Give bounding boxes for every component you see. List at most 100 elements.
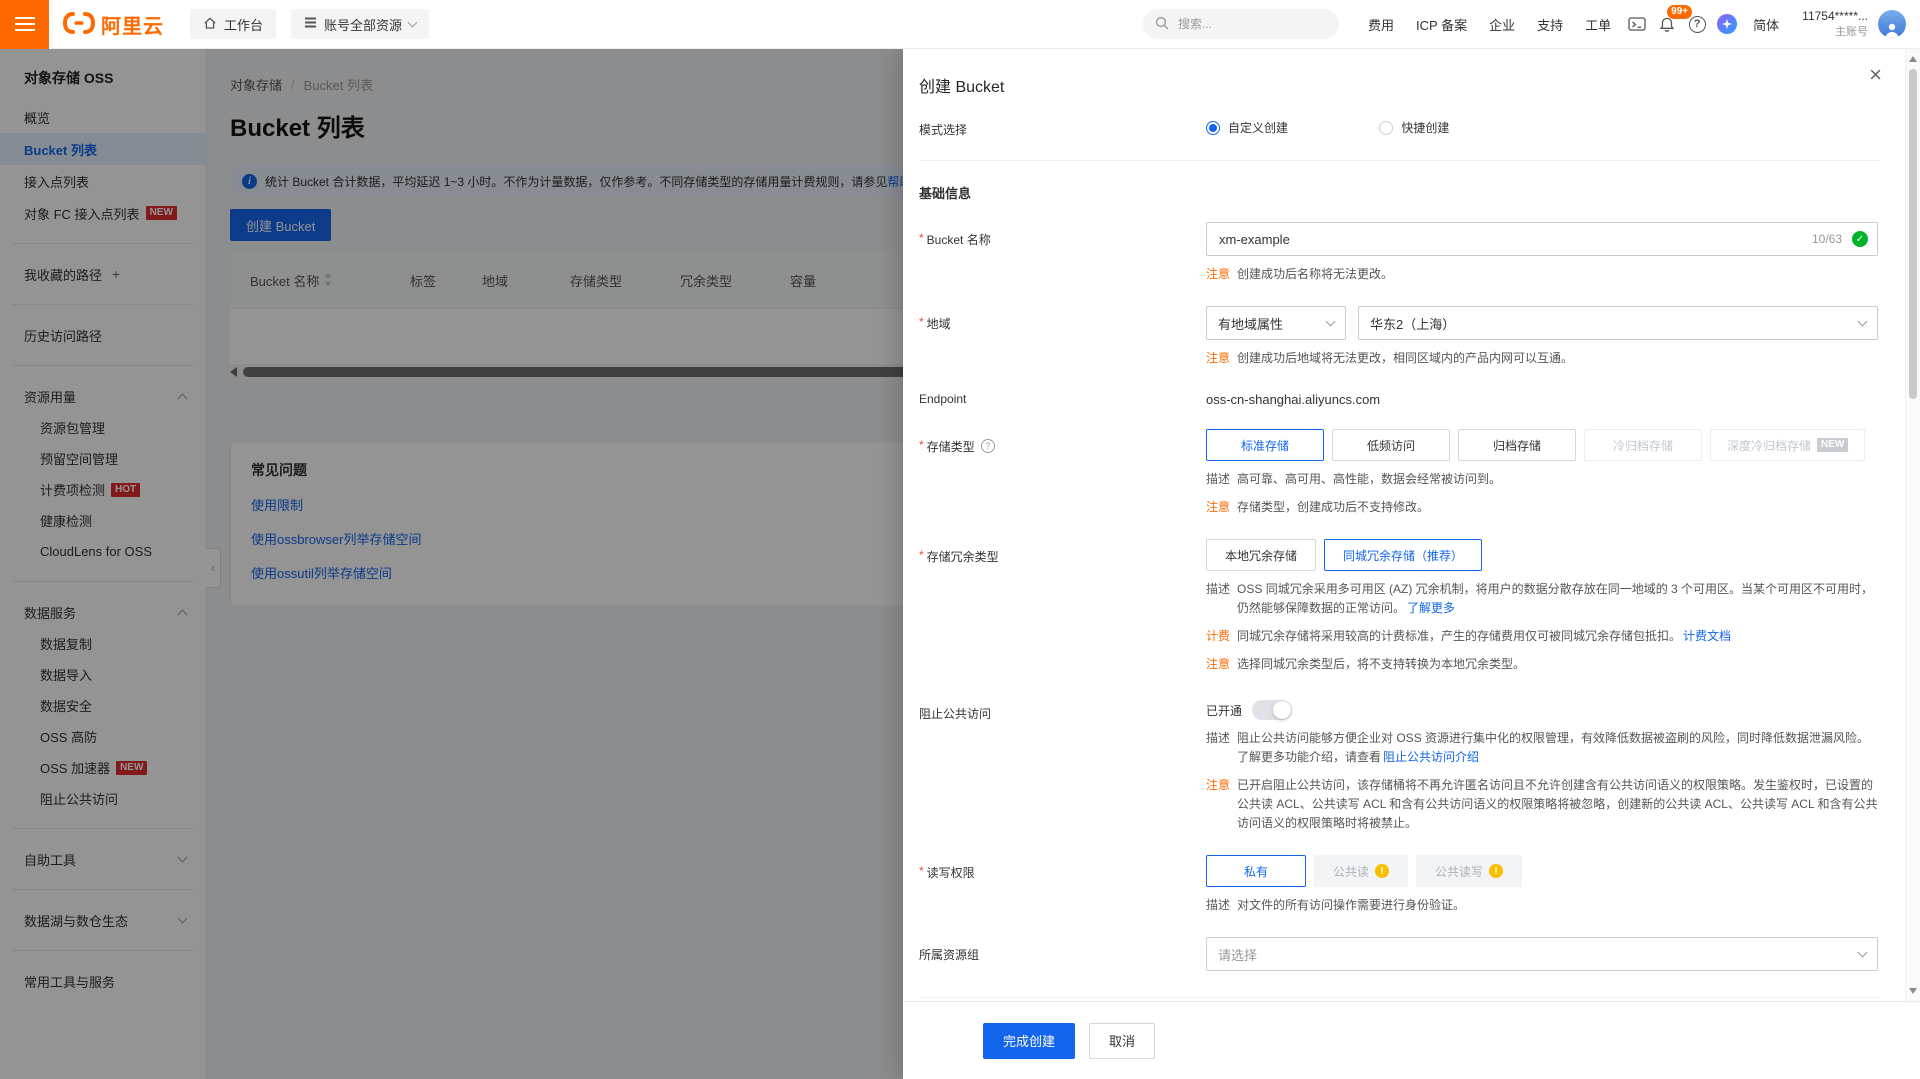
required-mark (919, 231, 927, 245)
home-icon (203, 16, 217, 33)
mode-quick-radio[interactable]: 快捷创建 (1379, 119, 1449, 136)
required-mark (919, 315, 927, 329)
bucket-name-note: 注意创建成功后名称将无法更改。 (1206, 265, 1878, 284)
close-icon[interactable] (1863, 63, 1888, 87)
topbar-right: 费用 ICP 备案 企业 支持 工单 99+ 简体 11754*****... … (1143, 8, 1920, 39)
cancel-button[interactable]: 取消 (1089, 1023, 1155, 1059)
redundancy-row: 存储冗余类型 本地冗余存储 同城冗余存储（推荐） 描述OSS 同城冗余采用多可用… (919, 539, 1881, 674)
resource-group-select[interactable]: 请选择 (1206, 937, 1878, 971)
block-public-access-row: 阻止公共访问 已开通 描述阻止公共访问能够方便企业对 OSS 资源进行集中化的权… (919, 696, 1881, 833)
region-select[interactable]: 华东2（上海） (1358, 306, 1878, 340)
bucket-name-label: Bucket 名称 (919, 222, 1206, 284)
learn-more-link[interactable]: 了解更多 (1407, 601, 1455, 615)
chevron-down-icon (408, 18, 418, 28)
block-public-access-note: 注意已开启阻止公共访问，该存储桶将不再允许匿名访问且不允许创建含有公共访问语义的… (1206, 776, 1878, 833)
storage-class-label: 存储类型 (919, 429, 1206, 517)
chevron-down-icon (1858, 948, 1868, 958)
nav-tickets[interactable]: 工单 (1585, 15, 1611, 34)
search-input[interactable] (1176, 16, 1316, 32)
acl-desc: 描述对文件的所有访问操作需要进行身份验证。 (1206, 896, 1878, 915)
storage-class-note: 注意存储类型，创建成功后不支持修改。 (1206, 498, 1878, 517)
divider (919, 997, 1881, 998)
account-info[interactable]: 11754*****... 主账号 (1802, 8, 1868, 39)
search-box[interactable] (1143, 9, 1339, 39)
storage-class-options: 标准存储 低频访问 归档存储 冷归档存储 深度冷归档存储NEW (1206, 429, 1878, 461)
acl-public-read[interactable]: 公共读 (1314, 855, 1408, 887)
toggle-status-text: 已开通 (1206, 702, 1242, 719)
redundancy-note: 注意选择同城冗余类型后，将不支持转换为本地冗余类型。 (1206, 655, 1878, 674)
avatar[interactable] (1878, 10, 1906, 38)
help-circle-icon[interactable] (981, 439, 995, 453)
endpoint-label: Endpoint (919, 390, 1206, 407)
language-switch[interactable]: 简体 (1753, 15, 1779, 34)
workbench-button[interactable]: 工作台 (190, 9, 276, 39)
storage-class-ia[interactable]: 低频访问 (1332, 429, 1450, 461)
mode-row: 模式选择 自定义创建 快捷创建 (919, 119, 1881, 138)
required-mark (919, 438, 927, 452)
nav-enterprise[interactable]: 企业 (1489, 15, 1515, 34)
submit-button[interactable]: 完成创建 (983, 1023, 1075, 1059)
bucket-name-row: Bucket 名称 10/63 注意创建成功后名称将无法更改。 (919, 222, 1881, 284)
required-mark (919, 548, 927, 562)
storage-class-standard[interactable]: 标准存储 (1206, 429, 1324, 461)
bucket-name-input[interactable] (1206, 222, 1878, 256)
redundancy-lrs[interactable]: 本地冗余存储 (1206, 539, 1316, 571)
drawer-footer: 完成创建 取消 (903, 1001, 1920, 1079)
layers-icon (304, 16, 317, 32)
block-public-access-toggle[interactable] (1252, 700, 1292, 720)
notifications-bell-icon[interactable]: 99+ (1652, 9, 1682, 39)
menu-icon[interactable] (0, 0, 49, 49)
valid-check-icon (1852, 231, 1868, 247)
endpoint-value: oss-cn-shanghai.aliyuncs.com (1206, 390, 1878, 407)
radio-icon (1206, 121, 1220, 135)
block-public-access-intro-link[interactable]: 阻止公共访问介绍 (1383, 750, 1479, 764)
region-row: 地域 有地域属性 华东2（上海） 注意创建成功后地域将无法更改，相同区域内的产品… (919, 306, 1881, 368)
nav-icp[interactable]: ICP 备案 (1416, 15, 1467, 34)
required-mark (919, 864, 927, 878)
aliyun-logo-text: 阿里云 (101, 10, 164, 39)
resource-group-label: 所属资源组 (919, 937, 1206, 971)
topbar: 阿里云 工作台 账号全部资源 费用 ICP 备案 企业 支持 工单 99+ 简体 (0, 0, 1920, 49)
acl-private[interactable]: 私有 (1206, 855, 1306, 887)
char-counter: 10/63 (1812, 232, 1842, 246)
acl-public-read-write[interactable]: 公共读写 (1416, 855, 1522, 887)
region-label: 地域 (919, 306, 1206, 368)
redundancy-label: 存储冗余类型 (919, 539, 1206, 674)
scroll-up-icon[interactable] (1909, 56, 1917, 62)
storage-class-row: 存储类型 标准存储 低频访问 归档存储 冷归档存储 深度冷归档存储NEW 描述高… (919, 429, 1881, 517)
nav-support[interactable]: 支持 (1537, 15, 1563, 34)
radio-icon (1379, 121, 1393, 135)
redundancy-zrs[interactable]: 同城冗余存储（推荐） (1324, 539, 1482, 571)
endpoint-row: Endpoint oss-cn-shanghai.aliyuncs.com (919, 390, 1881, 407)
storage-class-cold-archive[interactable]: 冷归档存储 (1584, 429, 1702, 461)
redundancy-options: 本地冗余存储 同城冗余存储（推荐） (1206, 539, 1878, 571)
storage-class-desc: 描述高可靠、高可用、高性能，数据会经常被访问到。 (1206, 470, 1878, 489)
search-icon (1155, 16, 1169, 33)
feedback-star-icon[interactable] (1712, 9, 1742, 39)
nav-billing[interactable]: 费用 (1368, 15, 1394, 34)
scroll-down-icon[interactable] (1909, 988, 1917, 994)
region-scope-select[interactable]: 有地域属性 (1206, 306, 1346, 340)
aliyun-logo-icon (62, 11, 96, 38)
account-resources-button[interactable]: 账号全部资源 (291, 9, 429, 39)
redundancy-fee: 计费同城冗余存储将采用较高的计费标准，产生的存储费用仅可被同城冗余存储包抵扣。计… (1206, 627, 1878, 646)
block-public-access-label: 阻止公共访问 (919, 696, 1206, 833)
mode-label: 模式选择 (919, 119, 1206, 138)
account-role: 主账号 (1802, 25, 1868, 40)
cloudshell-icon[interactable] (1622, 9, 1652, 39)
drawer-title: 创建 Bucket (919, 73, 1881, 97)
new-badge: NEW (1817, 438, 1848, 452)
billing-doc-link[interactable]: 计费文档 (1683, 629, 1731, 643)
workspace: 对象存储 OSS 概览 Bucket 列表 接入点列表 对象 FC 接入点列表 … (0, 49, 1920, 1079)
mode-custom-radio[interactable]: 自定义创建 (1206, 119, 1288, 136)
help-icon[interactable] (1682, 9, 1712, 39)
drawer-scrollbar[interactable] (1905, 49, 1920, 1001)
basic-info-section-title: 基础信息 (919, 183, 1881, 202)
storage-class-archive[interactable]: 归档存储 (1458, 429, 1576, 461)
block-public-access-desc: 描述阻止公共访问能够方便企业对 OSS 资源进行集中化的权限管理，有效降低数据被… (1206, 729, 1878, 767)
warning-icon (1489, 864, 1503, 878)
chevron-down-icon (1858, 317, 1868, 327)
aliyun-logo[interactable]: 阿里云 (62, 10, 164, 39)
storage-class-deep-cold-archive[interactable]: 深度冷归档存储NEW (1710, 429, 1865, 461)
scrollbar-thumb[interactable] (1909, 69, 1917, 399)
